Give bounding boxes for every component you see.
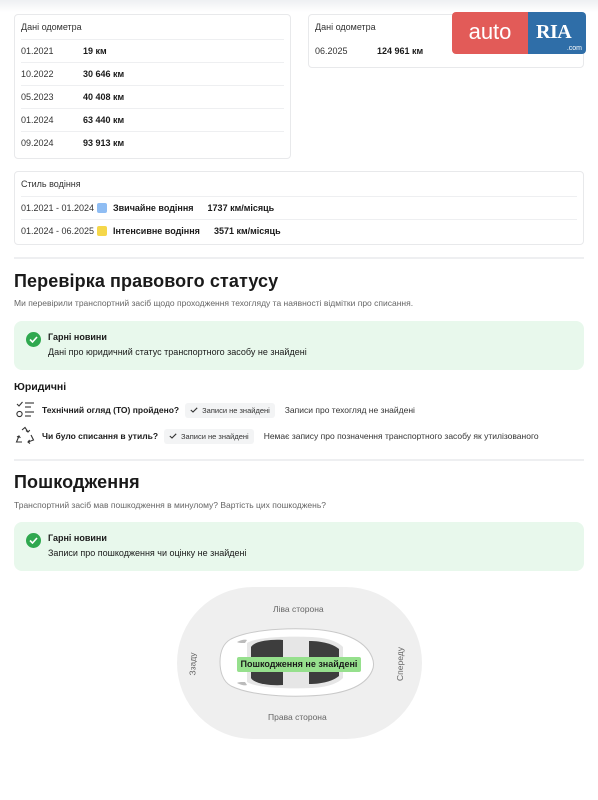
autoria-logo[interactable]: auto RIA .com — [452, 12, 586, 54]
section-divider — [14, 257, 584, 259]
good-news-title: Гарні новини — [48, 533, 107, 543]
good-news-text: Записи про пошкодження чи оцінку не знай… — [48, 548, 247, 558]
rear-label: Ззаду — [187, 652, 198, 676]
check-icon — [190, 407, 198, 413]
damage-title: Пошкодження — [14, 472, 140, 492]
odometer-row: 01.2021 19 км — [21, 39, 284, 62]
driving-style-name: Звичайне водіння — [113, 203, 194, 213]
legal-question: Чи було списання в утиль? — [42, 431, 159, 441]
style-color-swatch — [97, 226, 107, 236]
check-circle-icon — [26, 332, 41, 347]
odometer-header: Дані одометра — [21, 22, 82, 32]
right-side-label: Права сторона — [268, 712, 327, 722]
status-chip-label: Записи не знайдені — [181, 431, 249, 441]
check-circle-icon — [26, 533, 41, 548]
logo-auto: auto — [452, 12, 528, 54]
legal-answer: Записи про техогляд не знайдені — [284, 405, 415, 415]
driving-style-header: Стиль водіння — [21, 179, 81, 189]
odometer-date: 10.2022 — [21, 69, 54, 79]
legal-section-heading: Юридичні — [14, 381, 67, 393]
odometer-row: 10.2022 30 646 км — [21, 62, 284, 85]
good-news-title: Гарні новини — [48, 332, 107, 342]
odometer-km: 19 км — [83, 46, 107, 56]
legal-status-title: Перевірка правового статусу — [14, 271, 279, 291]
status-chip: Записи не знайдені — [164, 428, 254, 444]
checklist-icon — [14, 400, 36, 420]
damage-good-news-panel: Гарні новини Записи про пошкодження чи о… — [14, 522, 584, 571]
left-side-label: Ліва сторона — [273, 604, 324, 614]
odometer-date: 05.2023 — [21, 92, 54, 102]
odometer-row: 05.2023 40 408 км — [21, 85, 284, 108]
logo-ria: RIA .com — [528, 12, 586, 54]
damage-not-found-badge: Пошкодження не знайдені — [237, 657, 361, 672]
legal-item-inspection: Технічний огляд (ТО) пройдено? Записи не… — [14, 400, 584, 420]
driving-style-row: 01.2024 - 06.2025 Інтенсивне водіння 357… — [21, 219, 577, 242]
driving-style-card: Стиль водіння 01.2021 - 01.2024 Звичайне… — [14, 171, 584, 245]
odometer-km: 93 913 км — [83, 138, 125, 148]
driving-style-row: 01.2021 - 01.2024 Звичайне водіння 1737 … — [21, 196, 577, 219]
section-divider — [14, 459, 584, 461]
legal-question: Технічний огляд (ТО) пройдено? — [42, 405, 180, 415]
status-chip: Записи не знайдені — [185, 402, 275, 418]
legal-status-subtitle: Ми перевірили транспортний засіб щодо пр… — [14, 298, 414, 308]
good-news-text: Дані про юридичний статус транспортного … — [48, 347, 307, 357]
damage-diagram: Ліва сторона Права сторона Ззаду Спереду… — [177, 587, 422, 739]
front-label: Спереду — [394, 647, 405, 681]
odometer-row: 09.2024 93 913 км — [21, 131, 284, 154]
odometer-date: 01.2024 — [21, 115, 54, 125]
legal-answer: Немає запису про позначення транспортног… — [263, 431, 539, 441]
odometer-km: 124 961 км — [377, 45, 424, 56]
driving-period: 01.2024 - 06.2025 — [21, 226, 95, 236]
recycle-icon — [14, 426, 36, 446]
odometer-date: 01.2021 — [21, 46, 54, 56]
odometer-date: 09.2024 — [21, 138, 54, 148]
status-chip-label: Записи не знайдені — [202, 405, 270, 415]
odometer-km: 40 408 км — [83, 92, 125, 102]
legal-good-news-panel: Гарні новини Дані про юридичний статус т… — [14, 321, 584, 370]
top-fade — [0, 0, 598, 12]
odometer-card: Дані одометра 01.2021 19 км 10.2022 30 6… — [14, 14, 291, 159]
odometer-row: 01.2024 63 440 км — [21, 108, 284, 131]
damage-subtitle: Транспортний засіб мав пошкодження в мин… — [14, 500, 326, 510]
style-color-swatch — [97, 203, 107, 213]
check-icon — [169, 433, 177, 439]
driving-period: 01.2021 - 01.2024 — [21, 203, 95, 213]
driving-rate: 1737 км/місяць — [207, 203, 275, 213]
odometer-km: 63 440 км — [83, 115, 125, 125]
odometer-km: 30 646 км — [83, 69, 125, 79]
odometer-date: 06.2025 — [315, 45, 348, 56]
logo-ria-text: RIA — [536, 21, 572, 43]
logo-ria-domain: .com — [566, 45, 582, 52]
driving-style-name: Інтенсивне водіння — [113, 226, 200, 236]
driving-rate: 3571 км/місяць — [213, 226, 281, 236]
legal-item-scrapped: Чи було списання в утиль? Записи не знай… — [14, 426, 584, 446]
